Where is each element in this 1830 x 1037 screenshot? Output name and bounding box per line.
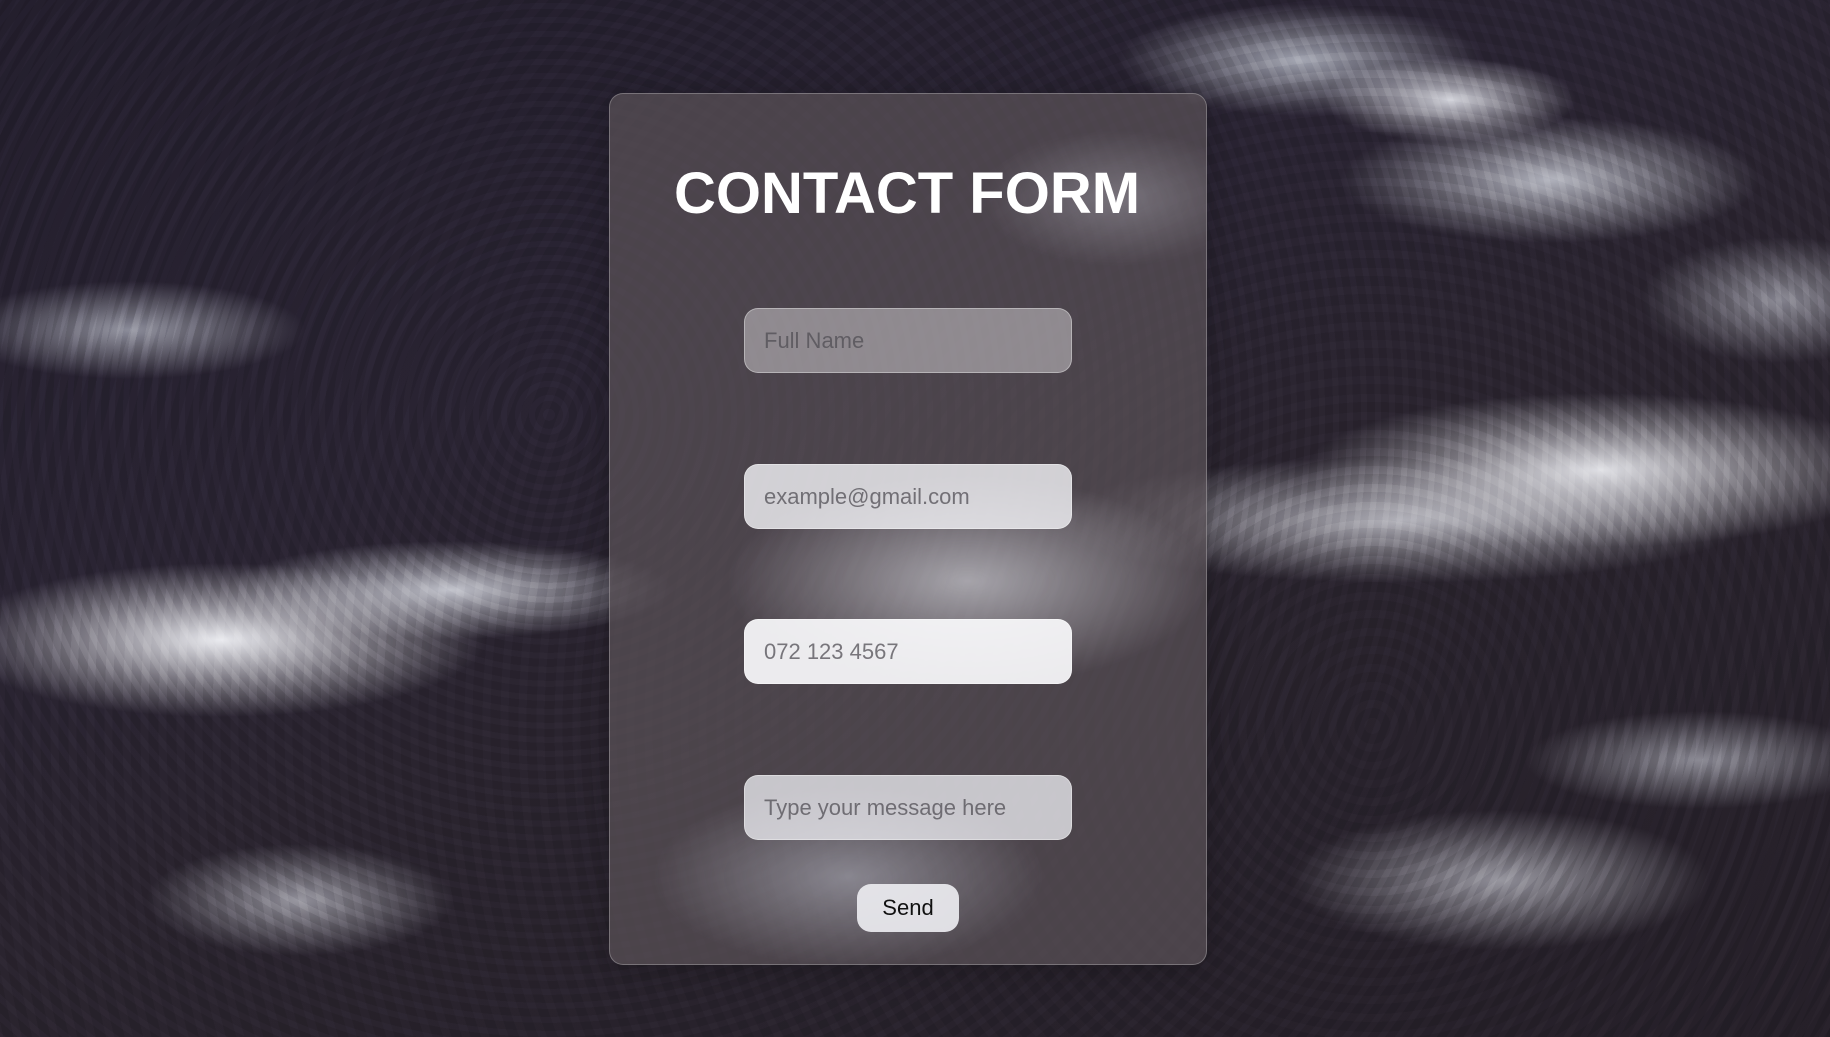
phone-input[interactable]	[744, 619, 1072, 684]
message-input[interactable]	[744, 775, 1072, 840]
form-title-wrapper: CONTACT FORM	[609, 160, 1205, 228]
form-title: CONTACT FORM	[673, 161, 1141, 226]
full-name-input[interactable]	[744, 308, 1072, 373]
send-button[interactable]: Send	[857, 884, 959, 932]
email-input[interactable]	[744, 464, 1072, 529]
